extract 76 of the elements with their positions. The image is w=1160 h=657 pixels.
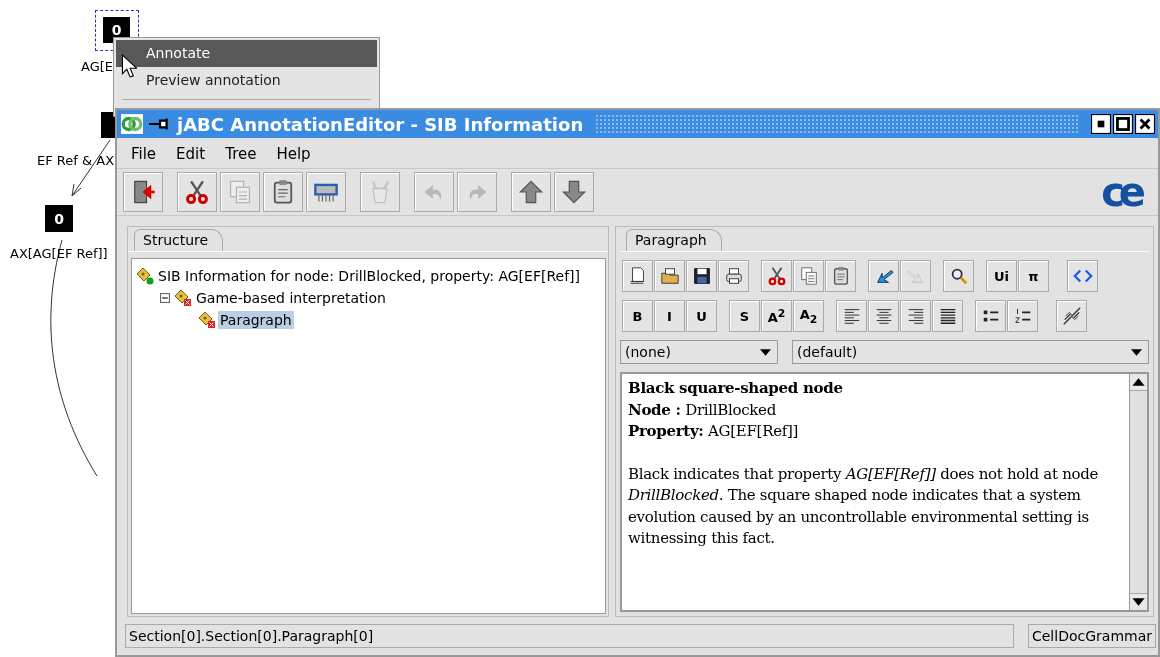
edge-label: AX[AG[EF Ref]]	[10, 246, 108, 261]
toolbar-button[interactable]	[123, 172, 163, 212]
toolbar-button[interactable]	[975, 300, 1006, 332]
outline-node[interactable]: SIB Information for node: DrillBlocked, property: AG[EF[Ref]]	[156, 267, 582, 285]
edge-label: AG[E	[81, 59, 114, 74]
text-line: Node : DrillBlocked	[628, 399, 777, 421]
logo: ce	[1101, 172, 1140, 212]
toolbar-button[interactable]: U	[686, 300, 717, 332]
menu-item[interactable]: Annotate	[116, 40, 377, 67]
scroll-up-icon[interactable]	[1130, 374, 1147, 391]
minimize-icon[interactable]	[1091, 114, 1111, 134]
text-line: Property: AG[EF[Ref]]	[628, 421, 800, 442]
toolbar-button[interactable]	[1056, 300, 1087, 332]
toolbar-button[interactable]: I	[654, 300, 685, 332]
outline-node[interactable]: Game-based interpretation	[194, 289, 388, 307]
cursor-icon	[121, 54, 137, 78]
unlink-icon	[1061, 306, 1082, 326]
font-dropdown[interactable]: (default)	[792, 340, 1149, 364]
menu-item[interactable]: Edit	[176, 145, 206, 163]
toolbar-button[interactable]	[511, 172, 551, 212]
toolbar-button[interactable]	[932, 300, 963, 332]
toolbar-button[interactable]	[718, 260, 749, 292]
status-field: Section[0].Section[0].Paragraph[0]	[125, 624, 1014, 648]
panel-tab[interactable]: Structure	[134, 229, 224, 251]
close-icon[interactable]	[1135, 114, 1155, 134]
graph-node[interactable]: 0	[45, 205, 73, 232]
toolbar-button[interactable]	[554, 172, 594, 212]
printer-icon	[723, 266, 744, 286]
panel-tab[interactable]: Paragraph	[626, 229, 722, 251]
outline-node[interactable]: Paragraph	[218, 311, 294, 329]
arrow-down-icon	[561, 179, 587, 205]
toolbar-button[interactable]	[306, 172, 346, 212]
status-field: CellDocGrammar	[1028, 624, 1156, 648]
toolbar-button[interactable]: Ui	[986, 260, 1017, 292]
toolbar-button[interactable]	[761, 260, 792, 292]
toolbar-button[interactable]: A$^{2}$	[761, 300, 792, 332]
edge-label: EF Ref & AX	[37, 153, 115, 168]
copy-icon	[798, 266, 819, 286]
toolbar-button[interactable]	[1007, 300, 1038, 332]
scissors-icon	[184, 179, 210, 205]
maximize-icon[interactable]	[1113, 114, 1133, 134]
toolbar-button[interactable]: π	[1018, 260, 1049, 292]
arrow-up-icon	[518, 179, 544, 205]
caret-icon	[1131, 348, 1142, 356]
toolbar-button[interactable]	[943, 260, 974, 292]
menu-item[interactable]: File	[131, 145, 157, 163]
toolbar-button[interactable]	[868, 260, 899, 292]
window-title: jABC AnnotationEditor - SIB Information	[177, 113, 584, 135]
menu-item[interactable]: Preview annotation	[116, 67, 377, 94]
toolbar-button[interactable]	[654, 260, 685, 292]
toolbar-button[interactable]	[868, 300, 899, 332]
numbered-list-icon	[1012, 306, 1033, 326]
toolbar-button[interactable]: S	[729, 300, 760, 332]
toolbar-button[interactable]: B	[622, 300, 653, 332]
toolbar-button[interactable]	[263, 172, 303, 212]
folder-icon	[659, 266, 680, 286]
toolbar-button[interactable]	[836, 300, 867, 332]
toolbar-button[interactable]	[686, 260, 717, 292]
toolbar-button[interactable]	[622, 260, 653, 292]
heading: Black square-shaped node	[628, 378, 844, 399]
toolbar-button[interactable]: A$_{2}$	[793, 300, 824, 332]
scissors-icon	[766, 266, 787, 286]
caret-icon	[760, 348, 771, 356]
scrollbar[interactable]	[1129, 374, 1147, 610]
toolbar-button[interactable]	[177, 172, 217, 212]
scroll-down-icon[interactable]	[1130, 593, 1147, 610]
toolbar-button[interactable]	[900, 300, 931, 332]
copy-icon	[227, 179, 253, 205]
app-icon	[121, 114, 143, 134]
menu-item[interactable]: Tree	[225, 145, 257, 163]
paragraph-text: Black indicates that property AG[EF[Ref]] does not hold at node DrillBlocked. The square shaped node indicates that a system evolution caused by an uncontrollable environmental setting is witnessing this fact.	[628, 463, 1100, 549]
toolbar-button[interactable]	[825, 260, 856, 292]
menu-item[interactable]: Help	[276, 145, 311, 163]
style-dropdown[interactable]: (none)	[620, 340, 778, 364]
pin-icon[interactable]	[149, 117, 171, 131]
collapse-icon[interactable]	[160, 293, 170, 303]
